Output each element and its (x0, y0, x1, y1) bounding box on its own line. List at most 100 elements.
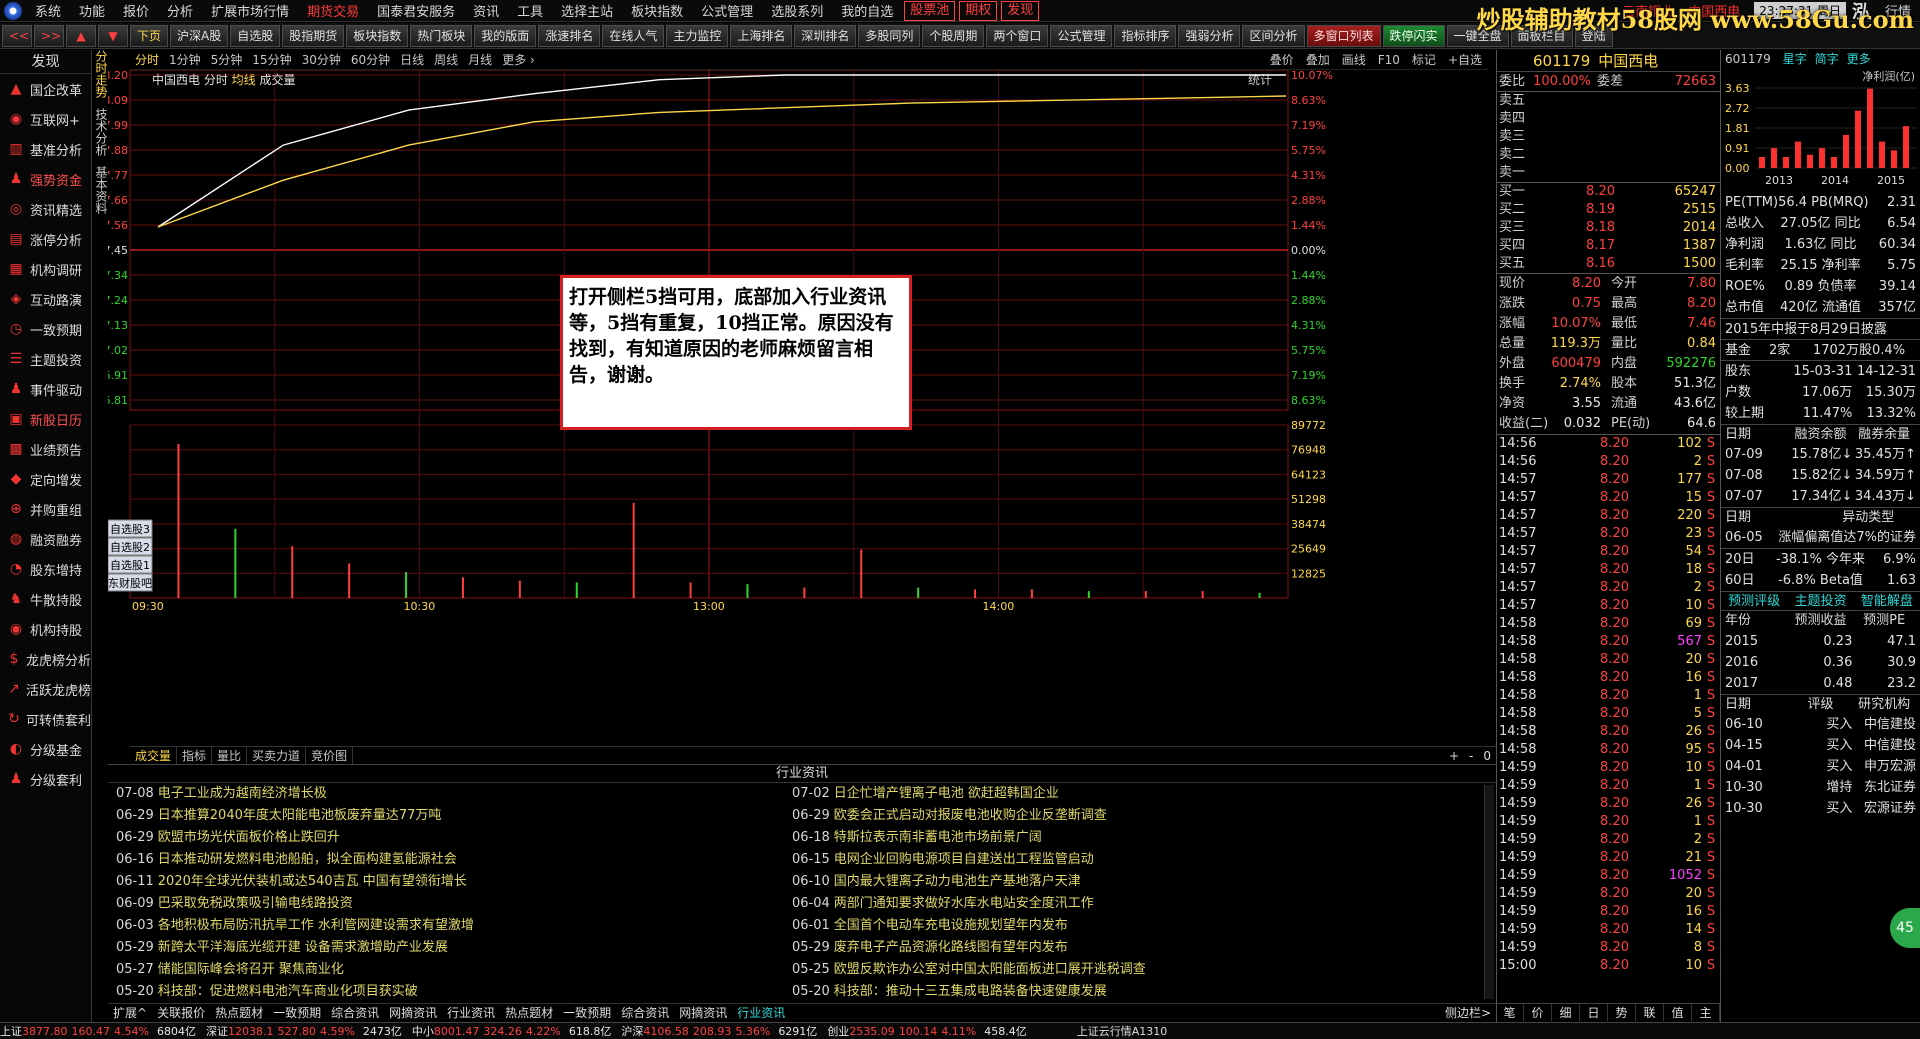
sidebar-item-1[interactable]: ◉ 互联网+ (0, 104, 91, 134)
news-tab-6[interactable]: 行业资讯 (442, 1004, 500, 1021)
menu-item-0[interactable]: 系统 (26, 1, 70, 21)
news-tab-0[interactable]: 扩展^ (108, 1004, 152, 1021)
menu-item-5[interactable]: 期货交易 (298, 1, 368, 21)
toolbar-button-3[interactable]: 股指期货 (282, 24, 345, 47)
news-headline[interactable]: 科技部：促进燃料电池汽车商业化项目获实破 (158, 984, 418, 999)
news-item[interactable]: 06-03 各地积极布局防汛抗旱工作 水利管网建设需求有望激增 (116, 915, 784, 937)
toolbar-button-17[interactable]: 强弱分析 (1178, 24, 1241, 47)
nav-arrow-0[interactable]: << (2, 24, 32, 47)
sidebar-item-4[interactable]: ◎ 资讯精选 (0, 194, 91, 224)
period-tab-6[interactable]: 日线 (395, 51, 429, 68)
zoom-button-2[interactable]: 0 (1478, 749, 1496, 763)
quote-tab-0[interactable]: 笔 (1496, 1004, 1524, 1021)
news-headline[interactable]: 欧委会正式启动对报废电池收购企业反垄断调查 (834, 808, 1107, 823)
news-headline[interactable]: 两部门通知要求做好水库水电站安全度汛工作 (834, 896, 1094, 911)
toolbar-button-7[interactable]: 涨速排名 (538, 24, 601, 47)
f10-head-tab-0[interactable]: 星字 (1783, 52, 1807, 66)
menu-boxed-2[interactable]: 发现 (1001, 0, 1040, 21)
sidebar-item-10[interactable]: ♟ 事件驱动 (0, 374, 91, 404)
indicator-tab-2[interactable]: 量比 (212, 747, 248, 764)
news-headline[interactable]: 欧盟反欺诈办公室对中国太阳能面板进口展开逃税调查 (834, 962, 1146, 977)
news-item[interactable]: 07-02 日企忙增产锂离子电池 欲赶超韩国企业 (792, 783, 1460, 805)
zoom-button-0[interactable]: + (1444, 749, 1464, 763)
chart-tool-1[interactable]: 叠加 (1300, 51, 1336, 68)
news-scrollbar[interactable] (1484, 785, 1494, 999)
selfselect-button-2[interactable]: 自选股1 (108, 555, 153, 574)
menu-item-8[interactable]: 工具 (508, 1, 552, 21)
sidebar-item-6[interactable]: ▦ 机构调研 (0, 254, 91, 284)
indicator-tab-1[interactable]: 指标 (177, 747, 213, 764)
period-tab-4[interactable]: 30分钟 (297, 51, 346, 68)
sidebar-item-0[interactable]: ▲ 国企改革 (0, 74, 91, 104)
sidebar-item-2[interactable]: ▥ 基准分析 (0, 134, 91, 164)
news-headline[interactable]: 欧盟市场光伏面板价格止跌回升 (158, 830, 340, 845)
sidebar-item-19[interactable]: $ 龙虎榜分析 (0, 644, 91, 674)
sidebar-item-23[interactable]: ♟ 分级套利 (0, 764, 91, 794)
period-tab-3[interactable]: 15分钟 (247, 51, 296, 68)
news-tab-4[interactable]: 综合资讯 (326, 1004, 384, 1021)
toolbar-button-1[interactable]: 沪深A股 (170, 24, 229, 47)
period-tab-1[interactable]: 1分钟 (164, 51, 206, 68)
news-headline[interactable]: 日本推动研发燃料电池船舶，拟全面构建氢能源社会 (158, 852, 457, 867)
index-quote-3[interactable]: 沪深4106.58 208.93 5.36% 6291亿 (621, 1023, 817, 1039)
sidebar-item-12[interactable]: ▩ 业绩预告 (0, 434, 91, 464)
news-item[interactable]: 06-16 日本推动研发燃料电池船舶，拟全面构建氢能源社会 (116, 849, 784, 871)
news-item[interactable]: 05-27 储能国际峰会将召开 聚焦商业化 (116, 959, 784, 981)
period-tab-8[interactable]: 月线 (463, 51, 497, 68)
quote-tab-5[interactable]: 联 (1636, 1004, 1664, 1021)
index-quote-2[interactable]: 中小8001.47 324.26 4.22% 618.8亿 (412, 1023, 611, 1039)
toolbar-button-15[interactable]: 公式管理 (1050, 24, 1113, 47)
selfselect-label[interactable]: 自选股1 (110, 559, 150, 572)
quote-tab-7[interactable]: 主 (1692, 1004, 1720, 1021)
news-tab-9[interactable]: 综合资讯 (616, 1004, 674, 1021)
news-item[interactable]: 06-18 特斯拉表示南非蓄电池市场前景广阔 (792, 827, 1460, 849)
menu-boxed-1[interactable]: 期权 (959, 0, 998, 21)
sidebar-item-3[interactable]: ♟ 强势资金 (0, 164, 91, 194)
quote-tab-4[interactable]: 势 (1608, 1004, 1636, 1021)
sidebar-item-21[interactable]: ↻ 可转债套利 (0, 704, 91, 734)
news-tab-2[interactable]: 热点题材 (210, 1004, 268, 1021)
sidebar-item-20[interactable]: ↗ 活跃龙虎榜 (0, 674, 91, 704)
quote-tab-3[interactable]: 日 (1580, 1004, 1608, 1021)
news-item[interactable]: 06-29 日本推算2040年度太阳能电池板废弃量达77万吨 (116, 805, 784, 827)
toolbar-button-9[interactable]: 主力监控 (666, 24, 729, 47)
news-item[interactable]: 05-29 废弃电子产品资源化路线图有望年内发布 (792, 937, 1460, 959)
toolbar-button-0[interactable]: 下页 (130, 24, 169, 47)
toolbar-button-18[interactable]: 区间分析 (1242, 24, 1305, 47)
sidebar-item-17[interactable]: ♞ 牛散持股 (0, 584, 91, 614)
toolbar-button-13[interactable]: 个股周期 (922, 24, 985, 47)
sidebar-toggle-button[interactable]: 侧边栏> (1440, 1004, 1496, 1021)
toolbar-button-5[interactable]: 热门板块 (410, 24, 473, 47)
news-item[interactable]: 05-25 欧盟反欺诈办公室对中国太阳能面板进口展开逃税调查 (792, 959, 1460, 981)
news-item[interactable]: 07-08 电子工业成为越南经济增长极 (116, 783, 784, 805)
menu-item-4[interactable]: 扩展市场行情 (202, 1, 298, 21)
news-headline[interactable]: 巴采取免税政策吸引输电线路投资 (158, 896, 353, 911)
period-tab-9[interactable]: 更多 › (497, 51, 540, 68)
period-tab-0[interactable]: 分时 (130, 51, 164, 68)
toolbar-button-11[interactable]: 深圳排名 (794, 24, 857, 47)
news-item[interactable]: 05-20 科技部：促进燃料电池汽车商业化项目获实破 (116, 981, 784, 1003)
selfselect-label[interactable]: 自选股3 (110, 523, 150, 536)
indicator-tab-4[interactable]: 竞价图 (306, 747, 354, 764)
sidebar-item-18[interactable]: ◉ 机构持股 (0, 614, 91, 644)
toolbar-button-6[interactable]: 我的版面 (474, 24, 537, 47)
menu-boxed-0[interactable]: 股票池 (904, 0, 956, 21)
period-tab-2[interactable]: 5分钟 (206, 51, 248, 68)
menu-item-7[interactable]: 资讯 (464, 1, 508, 21)
news-item[interactable]: 05-29 新跨太平洋海底光缆开建 设备需求激增助产业发展 (116, 937, 784, 959)
indicator-tab-0[interactable]: 成交量 (130, 747, 178, 764)
menu-item-1[interactable]: 功能 (70, 1, 114, 21)
news-headline[interactable]: 特斯拉表示南非蓄电池市场前景广阔 (834, 830, 1042, 845)
menu-item-2[interactable]: 报价 (114, 1, 158, 21)
toolbar-button-16[interactable]: 指标排序 (1114, 24, 1177, 47)
news-headline[interactable]: 2020年全球光伏装机或达540吉瓦 中国有望领衔增长 (158, 874, 467, 889)
nav-arrow-3[interactable]: ▼ (98, 24, 128, 47)
tick-list[interactable]: 14:56 8.20 102 S 14:56 8.20 2 S 14:57 8.20 177 S 14:… (1497, 435, 1720, 975)
news-headline[interactable]: 国内最大锂离子动力电池生产基地落户天津 (834, 874, 1081, 889)
news-tab-10[interactable]: 网摘资讯 (674, 1004, 732, 1021)
news-headline[interactable]: 电网企业回购电源项目自建送出工程监管启动 (834, 852, 1094, 867)
zoom-button-1[interactable]: - (1464, 749, 1478, 763)
news-item[interactable]: 06-09 巴采取免税政策吸引输电线路投资 (116, 893, 784, 915)
news-item[interactable]: 06-11 2020年全球光伏装机或达540吉瓦 中国有望领衔增长 (116, 871, 784, 893)
news-headline[interactable]: 日本推算2040年度太阳能电池板废弃量达77万吨 (158, 808, 442, 823)
